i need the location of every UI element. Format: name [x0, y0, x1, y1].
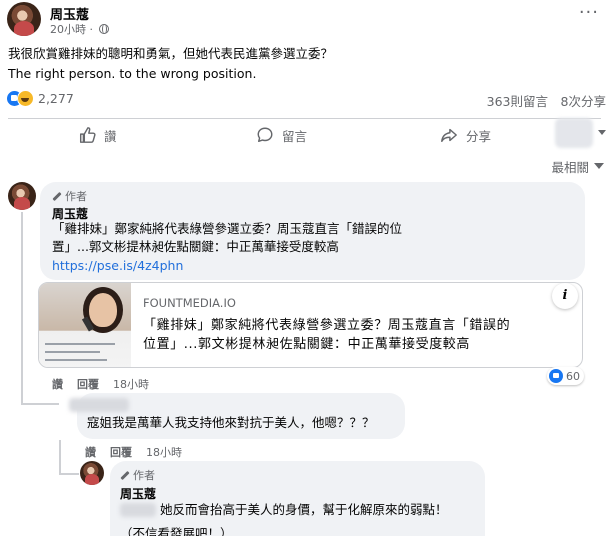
globe-icon — [98, 24, 109, 34]
nested-reply-bubble: 作者 周玉蔻 她反而會抬高于美人的身價，幫于化解原來的弱點！ （不信看發展吧！） — [110, 461, 485, 536]
share-arrow-icon — [441, 128, 457, 143]
link-domain: FOUNTMEDIA.IO — [143, 296, 236, 310]
post-timestamp[interactable]: 20小時 · — [50, 21, 109, 37]
comment-author-avatar[interactable] — [8, 182, 36, 210]
author-badge: 作者 — [120, 467, 155, 483]
post-author-avatar[interactable] — [7, 2, 41, 36]
author-badge: 作者 — [52, 188, 87, 204]
reply-reply-action[interactable]: 回覆 — [110, 444, 132, 460]
link-preview-card[interactable]: FOUNTMEDIA.IO 「雞排妹」鄭家純將代表綠營參選立委？周玉蔻直言「錯誤… — [38, 282, 583, 368]
post-body: 我很欣賞雞排妹的聰明和勇氣，但她代表民進黨參選立委？ The right per… — [8, 44, 333, 84]
reply-text: 寇姐我是萬華人我支持他來對抗于美人，他嗯？？？ — [87, 415, 375, 430]
comment-reply-action[interactable]: 回覆 — [77, 376, 99, 392]
redacted-author-name[interactable] — [69, 398, 129, 412]
post-stats-row: 2,277 363則留言 8次分享 — [6, 89, 606, 109]
link-thumbnail — [39, 283, 131, 367]
like-button-label: 讚 — [104, 128, 117, 144]
thumbnail-text-line — [45, 343, 115, 345]
post-time-text[interactable]: 20小時 — [50, 23, 86, 36]
reply-like-action[interactable]: 讚 — [85, 444, 96, 460]
info-icon[interactable]: i — [552, 283, 578, 309]
reaction-count[interactable]: 2,277 — [38, 91, 74, 106]
reply-author-name[interactable]: 周玉蔻 — [120, 485, 156, 502]
author-badge-label: 作者 — [65, 190, 87, 203]
comment-link[interactable]: https://pse.is/4z4phn — [52, 258, 183, 273]
nested-reply-text: 她反而會抬高于美人的身價，幫于化解原來的弱點！ — [160, 502, 448, 517]
chevron-down-icon[interactable] — [594, 163, 604, 169]
link-title[interactable]: 「雞排妹」鄭家純將代表綠營參選立委？周玉蔻直言「錯誤的位置」...郭文彬提林昶佐… — [143, 316, 523, 354]
post-text-line: The right person. to the wrong position. — [8, 66, 257, 81]
reply-actions: 讚 回覆 18小時 — [85, 444, 182, 460]
share-button-label: 分享 — [466, 128, 492, 144]
reply-bubble: 寇姐我是萬華人我支持他來對抗于美人，他嗯？？？ — [69, 393, 405, 439]
comment-bubble: 作者 周玉蔻 「雞排妹」鄭家純將代表綠營參選立委？周玉蔻直言「錯誤的位置」...… — [40, 182, 585, 280]
thread-line — [59, 473, 79, 475]
haha-reaction-icon[interactable] — [17, 90, 34, 107]
thread-line — [59, 440, 61, 474]
share-count[interactable]: 8次分享 — [561, 91, 606, 110]
comment-actions: 讚 回覆 18小時 — [52, 376, 149, 392]
comment-reaction-badge[interactable]: 60 — [547, 367, 584, 385]
comment-count[interactable]: 363則留言 — [487, 91, 548, 110]
more-options-icon[interactable]: ··· — [579, 2, 599, 23]
thumbnail-text-line — [45, 351, 100, 353]
thumbnail-text-line — [45, 359, 107, 361]
viewer-profile-chip[interactable] — [555, 118, 593, 148]
redacted-mention[interactable] — [120, 503, 156, 517]
reply-time[interactable]: 18小時 — [146, 444, 182, 460]
pencil-icon — [52, 191, 62, 201]
like-reaction-icon — [549, 369, 563, 383]
share-button[interactable]: 分享 — [440, 125, 491, 145]
thumbs-up-icon — [79, 127, 96, 143]
thread-line — [21, 403, 59, 405]
comment-like-action[interactable]: 讚 — [52, 376, 63, 392]
like-button[interactable]: 讚 — [78, 125, 117, 145]
reply-author-avatar[interactable] — [80, 461, 104, 485]
comment-button-label: 留言 — [282, 128, 308, 144]
thread-line — [21, 212, 23, 404]
post-text-line: 我很欣賞雞排妹的聰明和勇氣，但她代表民進黨參選立委？ — [8, 46, 334, 61]
comment-reaction-count: 60 — [566, 369, 580, 383]
author-badge-label: 作者 — [133, 469, 155, 482]
pencil-icon — [120, 470, 130, 480]
comment-text: 「雞排妹」鄭家純將代表綠營參選立委？周玉蔻直言「錯誤的位置」...郭文彬提林昶佐… — [52, 221, 403, 254]
nested-reply-text: （不信看發展吧！） — [120, 526, 233, 536]
comment-time[interactable]: 18小時 — [113, 376, 149, 392]
comment-button[interactable]: 留言 — [256, 125, 307, 145]
comment-sort-label[interactable]: 最相關 — [551, 157, 589, 176]
divider — [8, 118, 601, 119]
thumbnail-face — [89, 293, 117, 327]
chevron-down-icon[interactable] — [598, 130, 606, 135]
comment-bubble-icon — [257, 127, 273, 143]
